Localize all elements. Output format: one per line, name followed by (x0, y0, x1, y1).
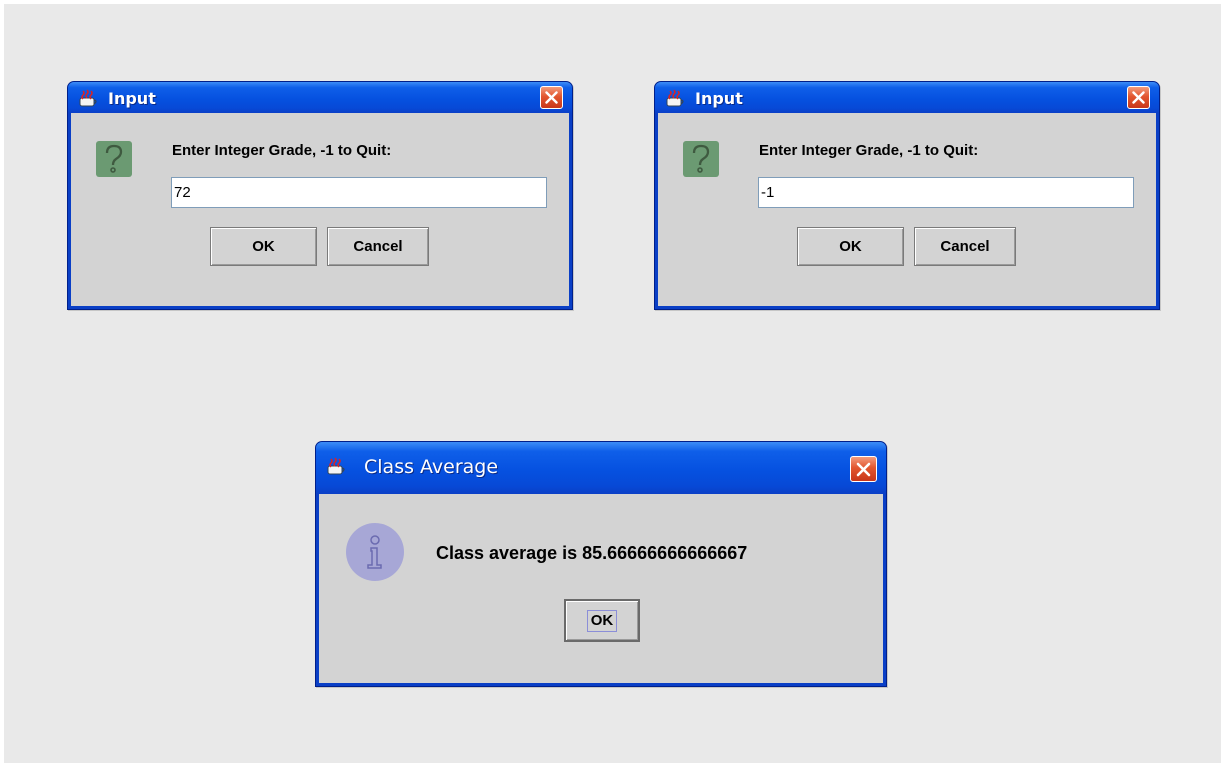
title-bar[interactable]: Input (68, 82, 572, 113)
dialog-title: Input (695, 89, 743, 108)
close-icon (1132, 91, 1145, 104)
dialog-body: Enter Integer Grade, -1 to Quit: OK Canc… (658, 113, 1156, 306)
grade-input[interactable] (171, 177, 547, 208)
cancel-button[interactable]: Cancel (327, 227, 429, 266)
prompt-label: Enter Integer Grade, -1 to Quit: (172, 142, 392, 159)
title-bar[interactable]: Class Average (316, 442, 886, 494)
question-icon (683, 141, 719, 177)
dialog-body: Class average is 85.66666666666667 OK (319, 494, 883, 683)
information-icon (346, 523, 404, 581)
dialog-title: Class Average (364, 456, 499, 478)
screenshot-canvas: Input Enter Integer Grade, -1 to Quit: O… (4, 4, 1221, 763)
prompt-label: Enter Integer Grade, -1 to Quit: (759, 142, 979, 159)
cancel-button-label: Cancel (353, 238, 403, 255)
java-coffee-cup-icon (666, 89, 686, 108)
cancel-button-label: Cancel (940, 238, 990, 255)
java-coffee-cup-icon (327, 457, 347, 476)
close-icon (856, 462, 871, 477)
ok-button-label: OK (586, 609, 618, 632)
dialog-body: Enter Integer Grade, -1 to Quit: OK Canc… (71, 113, 569, 306)
close-button[interactable] (540, 86, 563, 109)
class-average-dialog: Class Average Class average is 85.666666… (315, 441, 887, 687)
grade-input[interactable] (758, 177, 1134, 208)
close-button[interactable] (850, 456, 877, 482)
ok-button-label: OK (252, 238, 275, 255)
input-dialog-1: Input Enter Integer Grade, -1 to Quit: O… (67, 81, 573, 310)
question-icon (96, 141, 132, 177)
dialog-title: Input (108, 89, 156, 108)
input-dialog-2: Input Enter Integer Grade, -1 to Quit: O… (654, 81, 1160, 310)
close-button[interactable] (1127, 86, 1150, 109)
ok-button[interactable]: OK (210, 227, 317, 266)
ok-button-label: OK (839, 238, 862, 255)
title-bar[interactable]: Input (655, 82, 1159, 113)
ok-button[interactable]: OK (564, 599, 640, 642)
java-coffee-cup-icon (79, 89, 99, 108)
cancel-button[interactable]: Cancel (914, 227, 1016, 266)
result-message: Class average is 85.66666666666667 (436, 543, 748, 563)
ok-button[interactable]: OK (797, 227, 904, 266)
close-icon (545, 91, 558, 104)
